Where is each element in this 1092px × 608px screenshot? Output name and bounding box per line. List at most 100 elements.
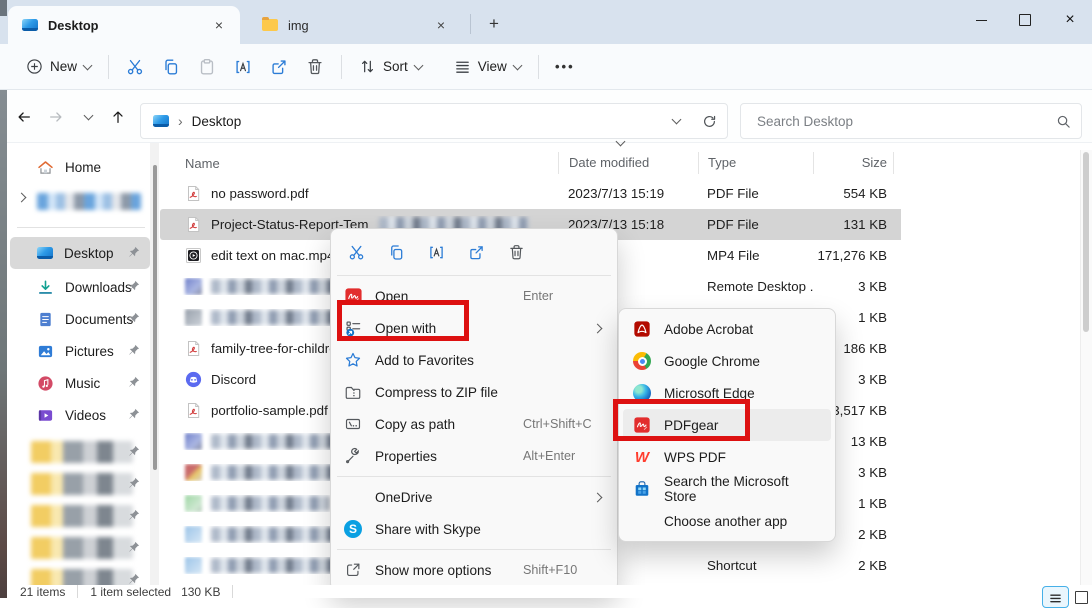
submenu-item-google-chrome[interactable]: Google Chrome <box>623 345 831 377</box>
file-row[interactable]: edit text on mac.mp4 14:19 MP4 File 171,… <box>160 240 1080 271</box>
redacted-text <box>31 473 133 495</box>
back-button[interactable] <box>10 103 38 131</box>
new-button[interactable]: New <box>17 52 100 81</box>
submenu-item-search-microsoft-store[interactable]: Search the Microsoft Store <box>623 473 831 505</box>
redacted-file-icon <box>185 278 202 295</box>
sort-label: Sort <box>383 59 408 74</box>
sidebar-item-redacted[interactable] <box>10 468 150 500</box>
sidebar-item-home[interactable]: Home <box>10 151 150 183</box>
refresh-icon[interactable] <box>702 114 717 129</box>
sidebar-item-documents[interactable]: Documents <box>10 303 150 335</box>
tab-desktop[interactable]: Desktop × <box>8 6 240 44</box>
delete-button[interactable] <box>297 51 333 83</box>
breadcrumb-bar[interactable]: › Desktop <box>140 103 728 139</box>
desktop-edge <box>0 90 7 598</box>
menu-item-copy-as-path[interactable]: Copy as path Ctrl+Shift+C <box>335 408 613 440</box>
sidebar-divider <box>17 227 145 228</box>
share-button[interactable] <box>261 51 297 83</box>
column-header-size[interactable]: Size <box>813 152 893 174</box>
view-button[interactable]: View <box>445 52 530 81</box>
submenu-chevron-icon <box>593 323 603 333</box>
search-input[interactable] <box>755 113 1056 130</box>
copy-button[interactable] <box>153 51 189 83</box>
paste-button[interactable] <box>189 51 225 83</box>
breadcrumb-desktop[interactable]: Desktop <box>192 114 242 129</box>
folder-icon <box>262 19 278 31</box>
recent-locations-button[interactable] <box>74 103 102 131</box>
scrollbar-thumb[interactable] <box>1083 152 1089 332</box>
cut-button[interactable] <box>117 51 153 83</box>
submenu-item-wps-pdf[interactable]: W WPS PDF <box>623 441 831 473</box>
submenu-item-label: Adobe Acrobat <box>664 322 753 337</box>
new-tab-button[interactable]: + <box>480 11 508 37</box>
file-row[interactable]: no password.pdf 2023/7/13 15:19 PDF File… <box>160 178 1080 209</box>
view-label: View <box>478 59 507 74</box>
expand-chevron-icon[interactable] <box>17 193 27 203</box>
sidebar-item-redacted[interactable] <box>10 532 150 564</box>
details-view-toggle[interactable] <box>1042 586 1069 608</box>
icons-view-toggle[interactable] <box>1071 586 1092 608</box>
see-more-button[interactable]: ••• <box>547 51 583 83</box>
submenu-item-adobe-acrobat[interactable]: Adobe Acrobat <box>623 313 831 345</box>
close-button[interactable]: × <box>1048 0 1092 40</box>
pin-icon <box>127 509 140 522</box>
menu-item-add-to-favorites[interactable]: Add to Favorites <box>335 344 613 376</box>
up-button[interactable] <box>104 103 132 131</box>
redacted-text <box>31 537 133 559</box>
file-row-redacted[interactable]: 14:43 Shortcut 2 KB <box>160 550 1080 581</box>
menu-item-share-with-skype[interactable]: S Share with Skype <box>335 513 613 545</box>
selection-size: 130 KB <box>181 585 220 598</box>
minimize-button[interactable] <box>959 0 1003 40</box>
sidebar-item-redacted[interactable] <box>10 564 150 585</box>
rename-button[interactable] <box>225 51 261 83</box>
copy-icon[interactable] <box>383 239 409 265</box>
sidebar-item-videos[interactable]: Videos <box>10 399 150 431</box>
menu-item-onedrive[interactable]: OneDrive <box>335 481 613 513</box>
desktop-icon <box>22 19 38 31</box>
delete-icon[interactable] <box>503 239 529 265</box>
sidebar-item-label: Music <box>65 376 100 391</box>
sidebar-item-desktop[interactable]: Desktop <box>10 237 150 269</box>
tab-img[interactable]: img × <box>248 10 460 40</box>
submenu-chevron-icon <box>593 492 603 502</box>
pin-icon <box>127 280 140 293</box>
column-header-name[interactable]: Name <box>160 156 558 171</box>
column-header-date-modified[interactable]: Date modified <box>558 152 698 174</box>
redacted-text <box>37 193 141 210</box>
sidebar-item-downloads[interactable]: Downloads <box>10 271 150 303</box>
address-dropdown-icon[interactable] <box>672 115 682 125</box>
file-row-selected[interactable]: Project-Status-Report-Tem 2023/7/13 15:1… <box>160 209 1080 240</box>
column-header-type[interactable]: Type <box>698 152 813 174</box>
sidebar-scrollbar-thumb[interactable] <box>153 165 157 470</box>
sidebar-item-music[interactable]: Music <box>10 367 150 399</box>
wps-pdf-icon: W <box>633 448 651 466</box>
rename-icon[interactable] <box>423 239 449 265</box>
share-icon[interactable] <box>463 239 489 265</box>
file-row-redacted[interactable]: 10:56 Remote Desktop ... 3 KB <box>160 271 1080 302</box>
tab-close-icon[interactable]: × <box>430 14 452 36</box>
navigation-pane: Home Desktop Downloads Documents Picture… <box>7 143 159 585</box>
search-icon[interactable] <box>1056 114 1071 129</box>
tab-close-icon[interactable]: × <box>208 14 230 36</box>
sidebar-item-pictures[interactable]: Pictures <box>10 335 150 367</box>
mp4-file-icon <box>185 247 202 264</box>
search-box[interactable] <box>740 103 1082 139</box>
pin-icon <box>127 312 140 325</box>
maximize-button[interactable] <box>1003 0 1047 40</box>
pin-icon <box>127 573 140 585</box>
submenu-item-choose-another-app[interactable]: Choose another app <box>623 505 831 537</box>
sidebar-item-onedrive-redacted[interactable] <box>10 185 150 217</box>
sidebar-item-redacted[interactable] <box>10 500 150 532</box>
sidebar-item-label: Videos <box>65 408 106 423</box>
redacted-file-icon <box>185 557 202 574</box>
forward-button[interactable] <box>42 103 70 131</box>
cut-icon[interactable] <box>343 239 369 265</box>
menu-item-properties[interactable]: Properties Alt+Enter <box>335 440 613 472</box>
context-menu: Open Enter Open with Add to Favorites Co… <box>330 228 618 591</box>
menu-item-compress-zip[interactable]: Compress to ZIP file <box>335 376 613 408</box>
sort-button[interactable]: Sort <box>350 52 431 81</box>
file-size: 171,276 KB <box>813 248 893 263</box>
sidebar-item-redacted[interactable] <box>10 436 150 468</box>
desktop-edge <box>0 0 7 16</box>
menu-item-show-more-options[interactable]: Show more options Shift+F10 <box>335 554 613 586</box>
